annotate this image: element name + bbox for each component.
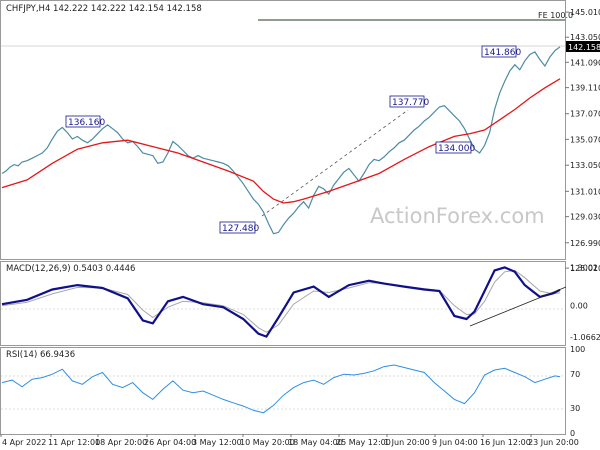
watermark: ActionForex.com — [370, 204, 545, 228]
macd-y-ticks: 1.3002 0.00 -1.0662 — [570, 263, 600, 342]
macd-y-tick-label: -1.0662 — [570, 333, 600, 342]
current-price-label: 142.158 — [568, 43, 600, 52]
x-tick-label: 18 Apr 20:00 — [95, 438, 147, 447]
moving-average-line — [1, 78, 561, 204]
x-tick-label: 18 May 04:00 — [288, 438, 343, 447]
macd-panel-frame — [0, 261, 566, 346]
rsi-y-tick-label: 100 — [570, 345, 585, 354]
x-axis-ticks: 4 Apr 2022 11 Apr 12:0018 Apr 20:0026 Apr… — [0, 434, 579, 447]
chart-canvas: 145.010 143.050 141.090 139.110 137.070 135.0… — [0, 0, 600, 447]
x-tick-label: 10 May 20:00 — [240, 438, 295, 447]
callout-127480: 127.480 — [219, 221, 259, 234]
price-y-tick-label: 133.050 — [570, 161, 600, 170]
svg-text:127.480: 127.480 — [222, 224, 259, 234]
macd-line — [1, 266, 561, 338]
macd-signal-line — [1, 269, 561, 333]
price-y-tick-label: 126.990 — [570, 239, 600, 248]
x-tick-label: 23 Jun 20:00 — [528, 438, 579, 447]
svg-text:134.000: 134.000 — [438, 144, 475, 154]
x-tick-label: 11 Apr 12:00 — [48, 438, 100, 447]
x-tick-label: 26 Apr 04:00 — [144, 438, 196, 447]
rsi-y-tick-label: 70 — [570, 370, 580, 379]
price-y-tick-label: 137.070 — [570, 110, 600, 119]
price-y-tick-label: 135.070 — [570, 135, 600, 144]
x-tick-label: 25 May 12:00 — [336, 438, 391, 447]
macd-y-tick-label: 0.00 — [570, 302, 588, 311]
rsi-title: RSI(14) 66.9436 — [6, 350, 75, 360]
price-y-tick-label: 131.010 — [570, 187, 600, 196]
callout-137770: 137.770 — [389, 95, 429, 108]
rsi-y-tick-label: 30 — [570, 404, 580, 413]
fe-label: FE 100.0 — [538, 11, 573, 20]
rsi-y-ticks: 100 70 30 0 — [570, 345, 585, 438]
x-tick-label: 1 Jun 20:00 — [384, 438, 430, 447]
rsi-y-tick-label: 0 — [570, 429, 575, 438]
svg-text:136.160: 136.160 — [68, 118, 105, 128]
macd-y-tick-label: 1.3002 — [570, 263, 598, 272]
price-trend-guide — [261, 109, 409, 217]
rsi-line — [1, 364, 561, 414]
price-y-tick-label: 143.050 — [570, 33, 600, 42]
callout-136160: 136.160 — [65, 115, 105, 128]
x-tick-label: 16 Jun 12:00 — [480, 438, 531, 447]
x-tick-label: 4 Apr 2022 — [2, 438, 46, 447]
price-y-tick-label: 129.030 — [570, 213, 600, 222]
callout-134000: 134.000 — [435, 141, 475, 154]
rsi-panel-frame — [0, 347, 566, 435]
x-tick-label: 9 Jun 04:00 — [432, 438, 478, 447]
x-tick-label: 3 May 12:00 — [192, 438, 242, 447]
price-title: CHFJPY,H4 142.222 142.222 142.154 142.15… — [6, 4, 202, 14]
price-y-tick-label: 141.090 — [570, 58, 600, 67]
macd-title: MACD(12,26,9) 0.5403 0.4446 — [6, 264, 135, 274]
svg-text:137.770: 137.770 — [392, 98, 429, 108]
svg-text:141.860: 141.860 — [484, 48, 521, 58]
price-y-tick-label: 139.110 — [570, 84, 600, 93]
callout-141860: 141.860 — [481, 45, 521, 58]
chart-root: 145.010 143.050 141.090 139.110 137.070 135.0… — [0, 0, 600, 450]
price-y-tick-label: 145.010 — [570, 8, 600, 17]
